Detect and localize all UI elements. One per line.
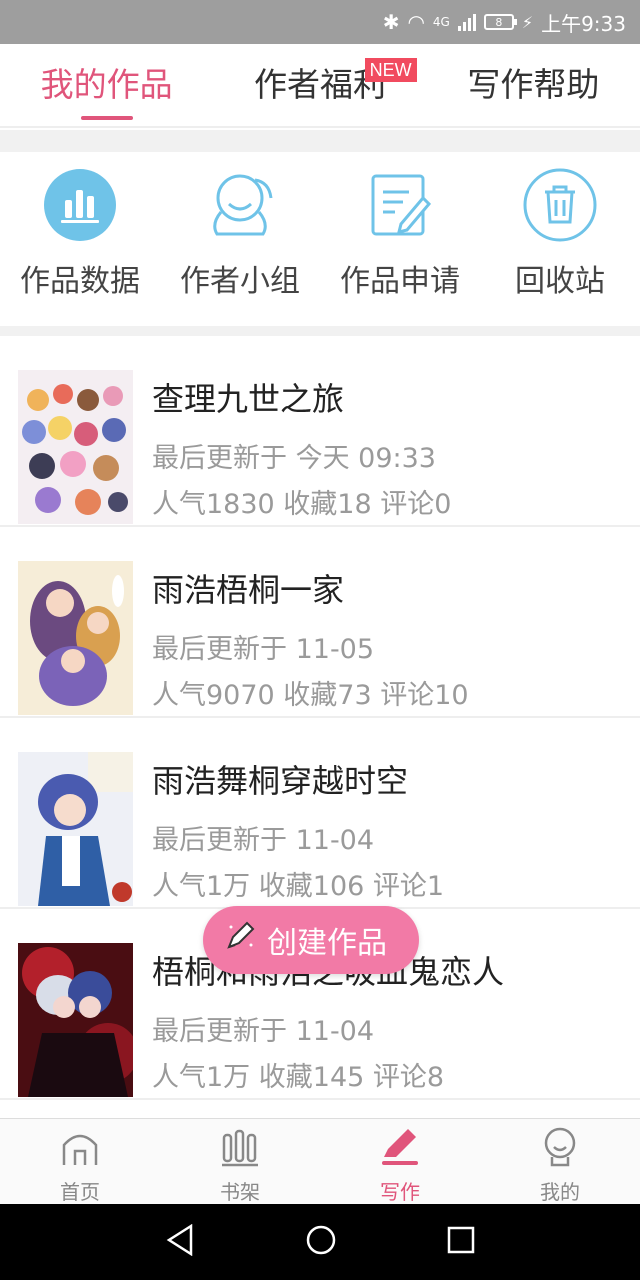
nav-home[interactable]: 首页 <box>0 1119 160 1204</box>
nav-label: 书架 <box>220 1180 260 1204</box>
home-icon <box>60 1127 100 1172</box>
edit-document-icon <box>363 168 437 242</box>
section-divider <box>0 130 640 152</box>
work-updated: 最后更新于 今天 09:33 <box>152 443 436 474</box>
quick-action-work-apply[interactable]: 作品申请 <box>320 152 480 328</box>
bar-chart-icon <box>43 168 117 242</box>
nav-mine[interactable]: 我的 <box>480 1119 640 1204</box>
work-title: 雨浩舞桐穿越时空 <box>152 762 409 800</box>
list-item[interactable]: 雨浩梧桐一家 最后更新于 11-05 人气9070 收藏73 评论10 <box>0 527 640 718</box>
status-time: 上午9:33 <box>541 11 626 36</box>
nav-write[interactable]: 写作 <box>320 1119 480 1204</box>
group-icon <box>203 168 277 242</box>
list-item[interactable]: 查理九世之旅 最后更新于 今天 09:33 人气1830 收藏18 评论0 <box>0 336 640 527</box>
cover-image <box>18 370 133 524</box>
recents-icon[interactable] <box>447 1226 475 1258</box>
quick-action-label: 回收站 <box>515 264 605 299</box>
quick-action-author-group[interactable]: 作者小组 <box>160 152 320 328</box>
work-stats: 人气1830 收藏18 评论0 <box>152 489 452 520</box>
work-stats: 人气1万 收藏106 评论1 <box>152 871 445 902</box>
signal-label: 4G <box>432 15 450 29</box>
pencil-icon <box>223 919 257 961</box>
active-tab-indicator <box>80 116 133 120</box>
tab-label: 写作帮助 <box>467 65 600 104</box>
system-nav-bar <box>0 1204 640 1280</box>
work-title: 雨浩梧桐一家 <box>152 571 345 609</box>
nav-label: 我的 <box>540 1180 580 1204</box>
top-tabs: 我的作品 作者福利 NEW 写作帮助 <box>0 44 640 128</box>
cover-image <box>18 561 133 715</box>
work-stats: 人气1万 收藏145 评论8 <box>152 1062 445 1093</box>
list-item[interactable]: 雨浩舞桐穿越时空 最后更新于 11-04 人气1万 收藏106 评论1 <box>0 718 640 909</box>
quick-action-work-data[interactable]: 作品数据 <box>0 152 160 328</box>
nav-bookshelf[interactable]: 书架 <box>160 1119 320 1204</box>
create-work-button[interactable]: 创建作品 <box>203 906 419 974</box>
nav-label: 首页 <box>60 1180 100 1204</box>
tab-author-benefits[interactable]: 作者福利 NEW <box>213 44 426 126</box>
create-work-label: 创建作品 <box>267 926 387 961</box>
pencil-icon <box>380 1127 420 1172</box>
cover-image <box>18 943 133 1097</box>
cover-image <box>18 752 133 906</box>
back-icon[interactable] <box>165 1223 195 1260</box>
work-updated: 最后更新于 11-04 <box>152 1016 375 1047</box>
charging-icon: ⚡ <box>521 12 534 32</box>
quick-action-label: 作品申请 <box>340 264 460 299</box>
work-updated: 最后更新于 11-04 <box>152 825 375 856</box>
battery-icon: 8 <box>483 14 517 30</box>
nav-label: 写作 <box>380 1180 420 1204</box>
signal-icon <box>457 13 476 31</box>
status-bar: ✱ ◠ 4G 8 ⚡ 上午9:33 <box>0 0 640 44</box>
work-title: 查理九世之旅 <box>152 380 345 418</box>
wifi-icon: ◠ <box>407 10 425 34</box>
trash-icon <box>523 168 597 242</box>
quick-action-recycle-bin[interactable]: 回收站 <box>480 152 640 328</box>
work-updated: 最后更新于 11-05 <box>152 634 375 665</box>
work-stats: 人气9070 收藏73 评论10 <box>152 680 469 711</box>
tab-label: 我的作品 <box>40 65 173 104</box>
tab-writing-help[interactable]: 写作帮助 <box>427 44 640 126</box>
home-circle-icon[interactable] <box>305 1224 337 1260</box>
new-badge: NEW <box>364 58 417 82</box>
bluetooth-icon: ✱ <box>382 10 400 34</box>
quick-actions: 作品数据 作者小组 作品申请 回收站 <box>0 152 640 328</box>
bookshelf-icon <box>220 1127 260 1172</box>
bottom-nav: 首页 书架 写作 我的 <box>0 1118 640 1204</box>
section-divider <box>0 326 640 336</box>
battery-level: 8 <box>495 15 503 29</box>
quick-action-label: 作品数据 <box>20 264 140 299</box>
profile-icon <box>540 1127 580 1172</box>
works-list: 查理九世之旅 最后更新于 今天 09:33 人气1830 收藏18 评论0 雨浩… <box>0 336 640 1100</box>
quick-action-label: 作者小组 <box>180 264 300 299</box>
tab-my-works[interactable]: 我的作品 <box>0 44 213 126</box>
